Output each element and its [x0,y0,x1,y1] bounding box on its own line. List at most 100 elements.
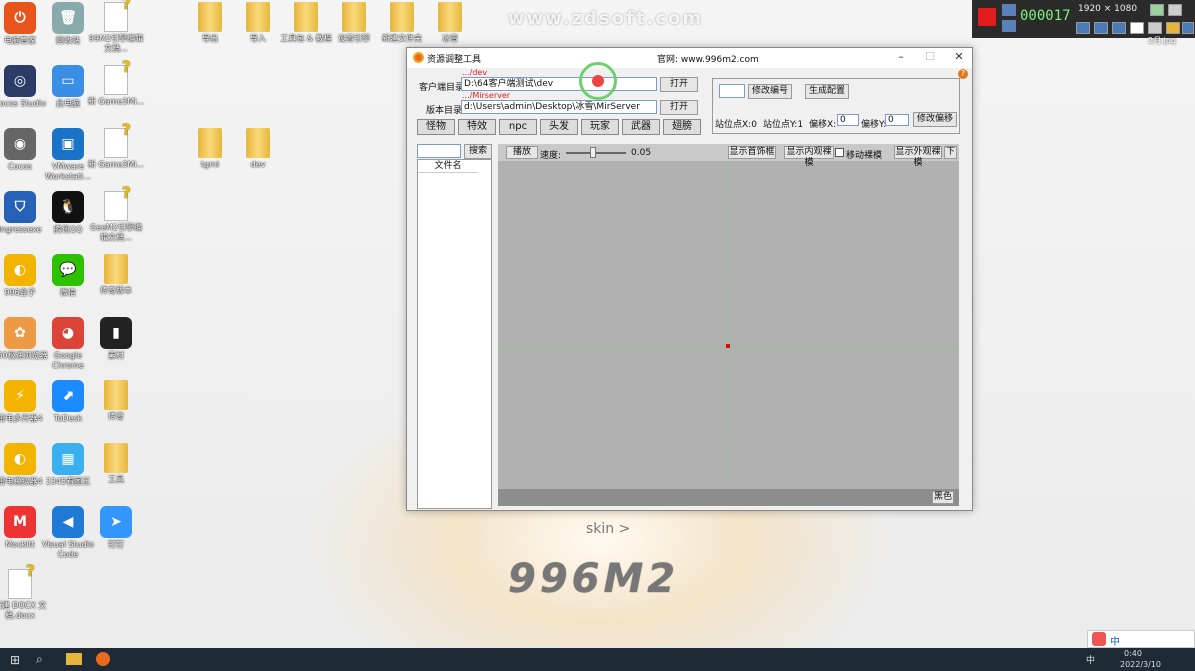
app-icon: ◕ [52,317,84,349]
doc-icon [104,188,131,221]
search-icon[interactable]: ⌕ [36,652,43,667]
webcam-icon[interactable] [1112,22,1126,34]
close-button[interactable]: ✕ [945,50,973,66]
doc-icon [104,125,131,158]
app-icon: ✿ [4,317,36,349]
folder-icon [438,2,462,32]
app-icon: 🗑 [52,2,84,34]
app-icon: ▣ [52,128,84,160]
desktop-icon-label: GeeM2引擎编辑文档... [89,223,143,242]
app-icon: ⬈ [52,380,84,412]
config-group: 修改编号 生成配置 站位点X:0 站位点Y:1 偏移X: 0 偏移Y: 0 修改… [712,78,960,134]
windows-icon[interactable]: ⊞ [10,653,20,667]
clock-date[interactable]: 2022/3/10 [1120,660,1161,669]
app-icon: ◐ [4,443,36,475]
folder-icon [246,2,270,32]
tab-5[interactable]: 武器 [622,119,660,135]
desktop-icon-label: 素材 [108,351,124,360]
offset-y-input[interactable]: 0 [885,114,909,126]
pause-icon[interactable] [1002,20,1016,32]
app-icon: ⚡ [4,380,36,412]
server-dir-hint: .../Mirserver [462,91,511,100]
clock-time[interactable]: 0:40 [1124,649,1142,658]
screen-recorder-toolbar: 000017 1920 × 1080 [972,0,1195,38]
stand-x-label: 站位点X:0 [715,120,757,130]
folder-icon[interactable] [1166,22,1180,34]
mic-icon[interactable] [1094,22,1108,34]
desktop-icon-label: 新建 DOCX 文档.docx [0,601,47,620]
black-background-button[interactable]: 黑色 [932,491,954,504]
ime-indicator[interactable]: 中 [1086,653,1095,666]
generate-config-button[interactable]: 生成配置 [805,84,849,99]
move-model-checkbox[interactable] [835,148,844,157]
file-explorer-icon[interactable] [66,653,82,665]
desktop-icon[interactable]: 工具 [87,443,145,485]
desktop-icon[interactable]: 新建 DOCX 文档.docx [0,566,49,621]
app-icon: ◎ [4,65,36,97]
tab-4[interactable]: 玩家 [581,119,619,135]
tab-6[interactable]: 翅膀 [663,119,701,135]
folder-icon [104,380,128,410]
open-server-button[interactable]: 打开 [660,100,698,115]
desktop-icon[interactable]: 新 Game3Mi... [87,62,145,107]
move-model-label: 移动裸模 [846,151,883,161]
preview-canvas[interactable]: 播放 速度: 0.05 显示首饰框 显示内观裸模 移动裸模 显示外观裸模 下 黑… [498,144,959,506]
desktop-icon-label: 工具 [108,475,124,484]
record-stop-button[interactable] [978,8,996,26]
tab-2[interactable]: npc [499,119,537,135]
desktop-icon-label: 新 Game3Mi... [87,160,145,169]
file-name-column[interactable]: 文件名 [418,160,478,173]
camera-icon[interactable] [1002,4,1016,16]
play-button[interactable]: 播放 [506,146,538,159]
modify-id-button[interactable]: 修改编号 [748,84,792,99]
minimize-button[interactable]: – [887,50,915,66]
doc-icon [8,566,35,599]
search-input[interactable] [417,144,461,158]
desktop-folder[interactable]: dev [229,128,287,170]
minimize-icon[interactable] [1168,4,1182,16]
desktop-icon[interactable]: GeeM2引擎编辑文档... [87,188,145,243]
resource-tool-window: 资源调整工具 官网: www.996m2.com – ☐ ✕ ? 客户端目录: … [406,47,973,511]
offset-x-label: 偏移X: [809,120,837,130]
window-icon[interactable] [1150,4,1164,16]
desktop-icon[interactable]: 新 Game3Mi... [87,125,145,170]
server-dir-input[interactable]: d:\Users\admin\Desktop\冰雪\MirServer [461,100,657,114]
offset-x-input[interactable]: 0 [837,114,859,126]
resource-tool-taskbar-icon[interactable] [96,652,110,666]
desktop-icon[interactable]: 传奇 [87,380,145,422]
show-outer-button[interactable]: 显示外观裸模 [894,146,942,168]
app-icon: ⛉ [4,191,36,223]
speed-slider-thumb[interactable] [590,147,596,158]
sogou-icon[interactable] [1092,632,1106,646]
tab-0[interactable]: 怪物 [417,119,455,135]
pen-icon[interactable] [1148,22,1162,34]
maximize-button[interactable]: ☐ [916,50,944,66]
tab-1[interactable]: 特效 [458,119,496,135]
title-bar: 资源调整工具 官网: www.996m2.com – ☐ ✕ [407,48,972,68]
desktop-icon[interactable]: ▮ 素材 [87,317,145,361]
tab-3[interactable]: 头发 [540,119,578,135]
client-dir-input[interactable]: D:\64客户端测试\dev [461,77,657,91]
modify-offset-button[interactable]: 修改偏移 [913,112,957,127]
desktop-icon[interactable]: 传奇版本 [87,254,145,296]
canvas-footer: 黑色 [498,489,959,506]
show-inner-button[interactable]: 显示内观裸模 [784,146,834,168]
desktop-icon[interactable]: 99M2引擎编辑文档... [87,0,145,54]
desktop-folder[interactable]: 冰雪 [421,2,479,44]
id-input[interactable] [719,84,745,98]
vertical-guide [728,161,729,489]
ime-mode[interactable]: 中 [1110,633,1120,648]
speed-slider[interactable] [566,152,626,154]
down-button[interactable]: 下 [944,146,957,159]
file-list[interactable]: 文件名 [417,159,492,509]
skin-text: skin > [586,521,631,537]
cursor-icon[interactable] [1130,22,1144,34]
folder-icon [294,2,318,32]
open-client-button[interactable]: 打开 [660,77,698,92]
show-frame-button[interactable]: 显示首饰框 [728,146,776,159]
volume-icon[interactable] [1076,22,1090,34]
desktop-icon[interactable]: ➤ 钉钉 [87,506,145,550]
search-button[interactable]: 搜索 [464,144,492,159]
gear-icon[interactable] [1182,22,1194,34]
ime-toolbar: 中 [1087,630,1195,648]
